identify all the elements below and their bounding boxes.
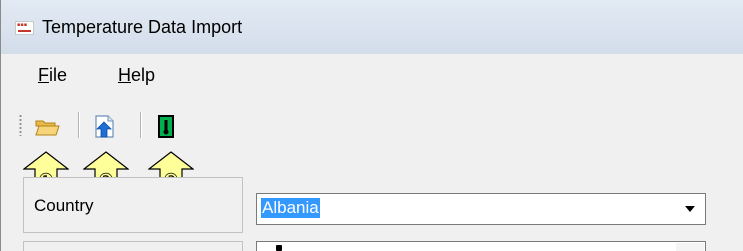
- next-label-panel: [23, 241, 243, 251]
- country-selected-value: Albania: [261, 198, 320, 218]
- menu-file-mnemonic: F: [38, 65, 49, 85]
- open-file-button[interactable]: [33, 112, 61, 140]
- menu-file[interactable]: File: [38, 65, 67, 86]
- dropdown-arrow-button[interactable]: [676, 195, 704, 223]
- next-dropdown[interactable]: [256, 241, 706, 251]
- application-logo-icon: ▪▪▪: [15, 21, 34, 35]
- export-upload-icon: [95, 115, 114, 138]
- toolbar-grip[interactable]: [19, 114, 22, 136]
- country-dropdown[interactable]: Albania: [256, 193, 706, 225]
- dropdown-arrow-button[interactable]: [676, 243, 704, 251]
- window-title: Temperature Data Import: [42, 17, 243, 37]
- title-bar[interactable]: ▪▪▪ Temperature Data Import: [1, 0, 743, 54]
- menu-help[interactable]: Help: [118, 65, 155, 86]
- folder-open-icon: [35, 120, 60, 136]
- toolbar-separator: [140, 112, 142, 138]
- toolbar-separator: [78, 112, 80, 138]
- next-field-text-fragment: [276, 245, 282, 251]
- country-label: Country: [34, 196, 94, 215]
- thermometer-icon: [158, 115, 174, 138]
- application-window: ▪▪▪ Temperature Data Import File Help Co…: [0, 0, 743, 251]
- chevron-down-icon: [685, 206, 695, 212]
- thermometer-button[interactable]: [153, 112, 181, 140]
- menu-file-label: ile: [49, 65, 68, 85]
- menu-bar: File Help: [1, 54, 743, 98]
- export-button[interactable]: [91, 112, 119, 140]
- menu-help-mnemonic: H: [118, 65, 131, 85]
- menu-help-label: elp: [131, 65, 156, 85]
